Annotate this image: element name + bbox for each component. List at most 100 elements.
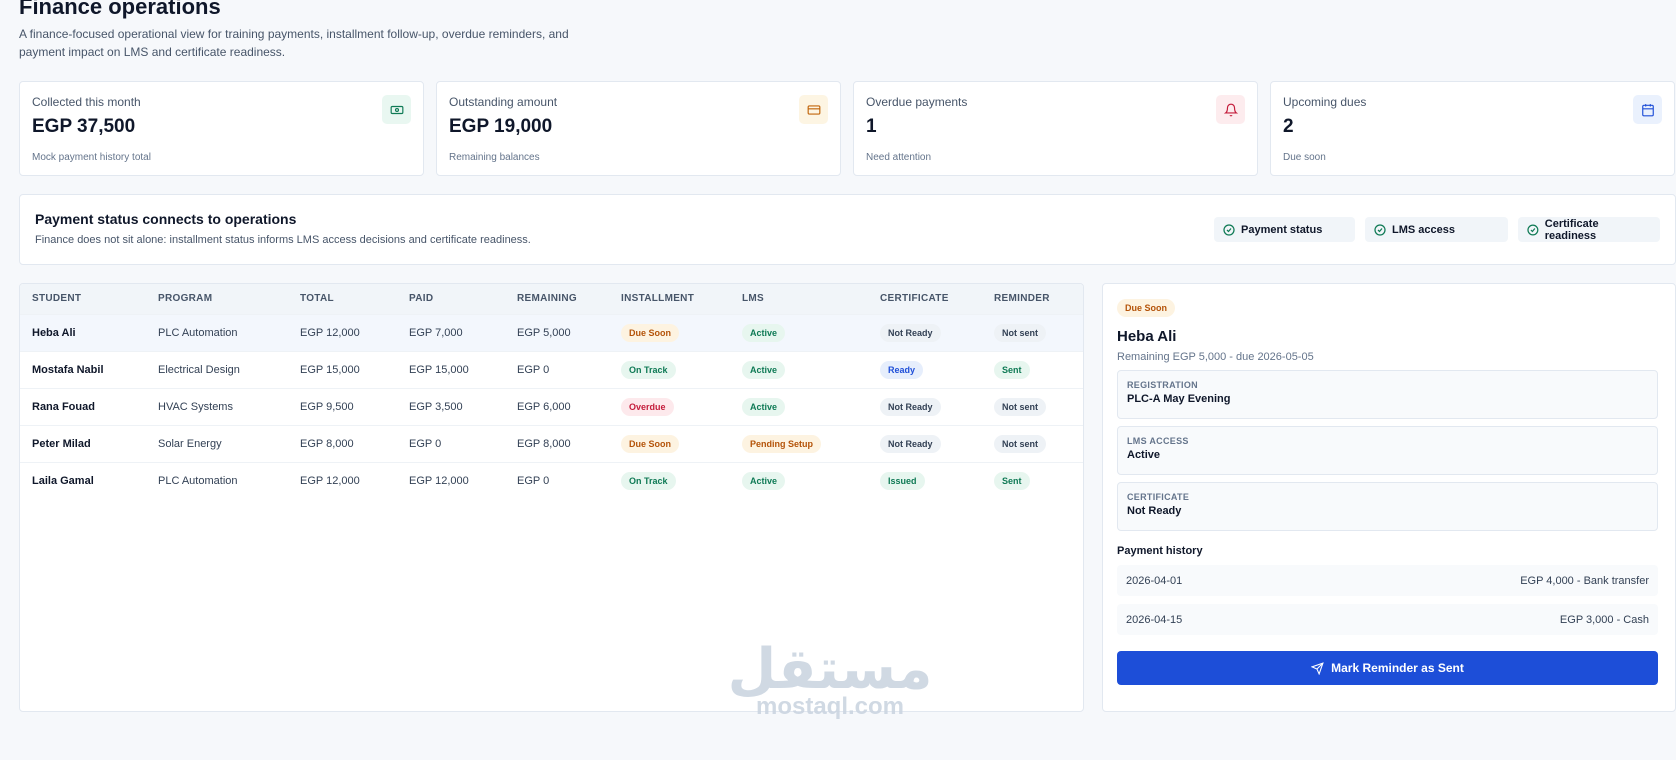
operations-banner: Payment status connects to operations Fi…: [19, 194, 1676, 265]
cell-remaining: EGP 0: [517, 363, 550, 376]
kpi-value: 1: [866, 116, 877, 137]
registration-field: REGISTRATION PLC-A May Evening: [1117, 370, 1658, 419]
reminder-badge: Not sent: [994, 323, 1046, 342]
cell-student: Laila Gamal: [32, 474, 94, 487]
card-icon: [799, 95, 828, 124]
mark-reminder-sent-button[interactable]: Mark Reminder as Sent: [1117, 651, 1658, 685]
cell-remaining: EGP 5,000: [517, 326, 571, 339]
table-row[interactable]: Peter Milad Solar Energy EGP 8,000 EGP 0…: [20, 425, 1083, 462]
kpi-note: Remaining balances: [449, 152, 540, 163]
installment-badge: On Track: [621, 471, 676, 490]
payment-amount: EGP 4,000 - Bank transfer: [1520, 574, 1649, 587]
lms-access-field: LMS ACCESS Active: [1117, 426, 1658, 475]
cell-student: Heba Ali: [32, 326, 76, 339]
finance-page: Finance operations A finance-focused ope…: [19, 0, 1676, 712]
chip-label: LMS access: [1392, 223, 1455, 236]
cell-paid: EGP 0: [409, 437, 442, 450]
cell-student: Rana Fouad: [32, 400, 95, 413]
lms-badge: Pending Setup: [742, 434, 821, 453]
cell-total: EGP 9,500: [300, 400, 354, 413]
page-subtitle: A finance-focused operational view for t…: [19, 27, 569, 59]
check-circle-icon: [1374, 223, 1386, 236]
kpi-note: Due soon: [1283, 152, 1326, 163]
kpi-value: 2: [1283, 116, 1294, 137]
lms-badge: Active: [742, 397, 786, 416]
table-row[interactable]: Heba Ali PLC Automation EGP 12,000 EGP 7…: [20, 314, 1083, 351]
payment-history-title: Payment history: [1117, 545, 1203, 557]
banner-chips: Payment status LMS access Certificate re…: [1214, 217, 1660, 242]
cell-student: Peter Milad: [32, 437, 91, 450]
reminder-badge: Not sent: [994, 397, 1046, 416]
kpi-label: Upcoming dues: [1283, 95, 1367, 109]
field-label: CERTIFICATE: [1127, 492, 1190, 502]
send-icon: [1311, 661, 1324, 675]
certificate-badge: Not Ready: [880, 323, 941, 342]
table-row[interactable]: Laila Gamal PLC Automation EGP 12,000 EG…: [20, 462, 1083, 499]
bell-icon: [1216, 95, 1245, 124]
cell-total: EGP 8,000: [300, 437, 354, 450]
check-circle-icon: [1527, 223, 1539, 236]
student-detail-panel: Due Soon Heba Ali Remaining EGP 5,000 - …: [1102, 283, 1676, 712]
cell-paid: EGP 7,000: [409, 326, 463, 339]
cell-program: HVAC Systems: [158, 400, 233, 413]
cell-remaining: EGP 8,000: [517, 437, 571, 450]
kpi-label: Overdue payments: [866, 95, 968, 109]
col-program[interactable]: PROGRAM: [146, 284, 288, 314]
reminder-badge: Not sent: [994, 434, 1046, 453]
cell-paid: EGP 12,000: [409, 474, 469, 487]
cell-total: EGP 12,000: [300, 326, 360, 339]
certificate-badge: Issued: [880, 471, 925, 490]
kpi-card-collected: Collected this month EGP 37,500 Mock pay…: [19, 81, 424, 176]
reminder-badge: Sent: [994, 360, 1030, 379]
col-certificate[interactable]: CERTIFICATE: [868, 284, 982, 314]
payment-date: 2026-04-15: [1126, 613, 1183, 626]
detail-remaining: Remaining EGP 5,000 - due 2026-05-05: [1117, 351, 1314, 363]
cell-paid: EGP 3,500: [409, 400, 463, 413]
kpi-note: Need attention: [866, 152, 932, 163]
col-installment[interactable]: INSTALLMENT: [609, 284, 730, 314]
col-remaining[interactable]: REMAINING: [505, 284, 609, 314]
cell-paid: EGP 15,000: [409, 363, 469, 376]
payments-table: STUDENT PROGRAM TOTAL PAID REMAINING INS…: [20, 284, 1083, 499]
chip-label: Payment status: [1241, 223, 1323, 236]
payment-amount: EGP 3,000 - Cash: [1559, 613, 1649, 626]
chip-certificate-readiness: Certificate readiness: [1518, 217, 1660, 242]
col-reminder[interactable]: REMINDER: [982, 284, 1083, 314]
reminder-badge: Sent: [994, 471, 1030, 490]
cell-remaining: EGP 6,000: [517, 400, 571, 413]
lms-badge: Active: [742, 323, 786, 342]
table-row[interactable]: Mostafa Nabil Electrical Design EGP 15,0…: [20, 351, 1083, 388]
kpi-row: Collected this month EGP 37,500 Mock pay…: [19, 81, 1675, 176]
kpi-value: EGP 37,500: [32, 116, 136, 137]
col-lms[interactable]: LMS: [730, 284, 868, 314]
payment-history-item: 2026-04-15 EGP 3,000 - Cash: [1117, 604, 1658, 635]
payments-table-card: STUDENT PROGRAM TOTAL PAID REMAINING INS…: [19, 283, 1084, 712]
status-badge: Due Soon: [1117, 299, 1175, 317]
check-circle-icon: [1223, 223, 1235, 236]
cash-icon: [382, 95, 411, 124]
kpi-card-outstanding: Outstanding amount EGP 19,000 Remaining …: [436, 81, 841, 176]
chip-lms-access: LMS access: [1365, 217, 1508, 242]
calendar-icon: [1633, 95, 1662, 124]
col-total[interactable]: TOTAL: [288, 284, 397, 314]
cell-program: Solar Energy: [158, 437, 222, 450]
installment-badge: On Track: [621, 360, 676, 379]
payment-history-item: 2026-04-01 EGP 4,000 - Bank transfer: [1117, 565, 1658, 596]
cell-total: EGP 12,000: [300, 474, 360, 487]
kpi-value: EGP 19,000: [449, 116, 553, 137]
installment-badge: Overdue: [621, 397, 674, 416]
field-value: PLC-A May Evening: [1127, 393, 1231, 405]
installment-badge: Due Soon: [621, 434, 679, 453]
certificate-badge: Not Ready: [880, 397, 941, 416]
col-student[interactable]: STUDENT: [20, 284, 146, 314]
cell-program: Electrical Design: [158, 363, 240, 376]
table-header-row: STUDENT PROGRAM TOTAL PAID REMAINING INS…: [20, 284, 1083, 314]
kpi-card-overdue: Overdue payments 1 Need attention: [853, 81, 1258, 176]
lms-badge: Active: [742, 471, 786, 490]
col-paid[interactable]: PAID: [397, 284, 505, 314]
payment-date: 2026-04-01: [1126, 574, 1183, 587]
kpi-label: Outstanding amount: [449, 95, 558, 109]
kpi-label: Collected this month: [32, 95, 141, 109]
table-row[interactable]: Rana Fouad HVAC Systems EGP 9,500 EGP 3,…: [20, 388, 1083, 425]
cell-remaining: EGP 0: [517, 474, 550, 487]
